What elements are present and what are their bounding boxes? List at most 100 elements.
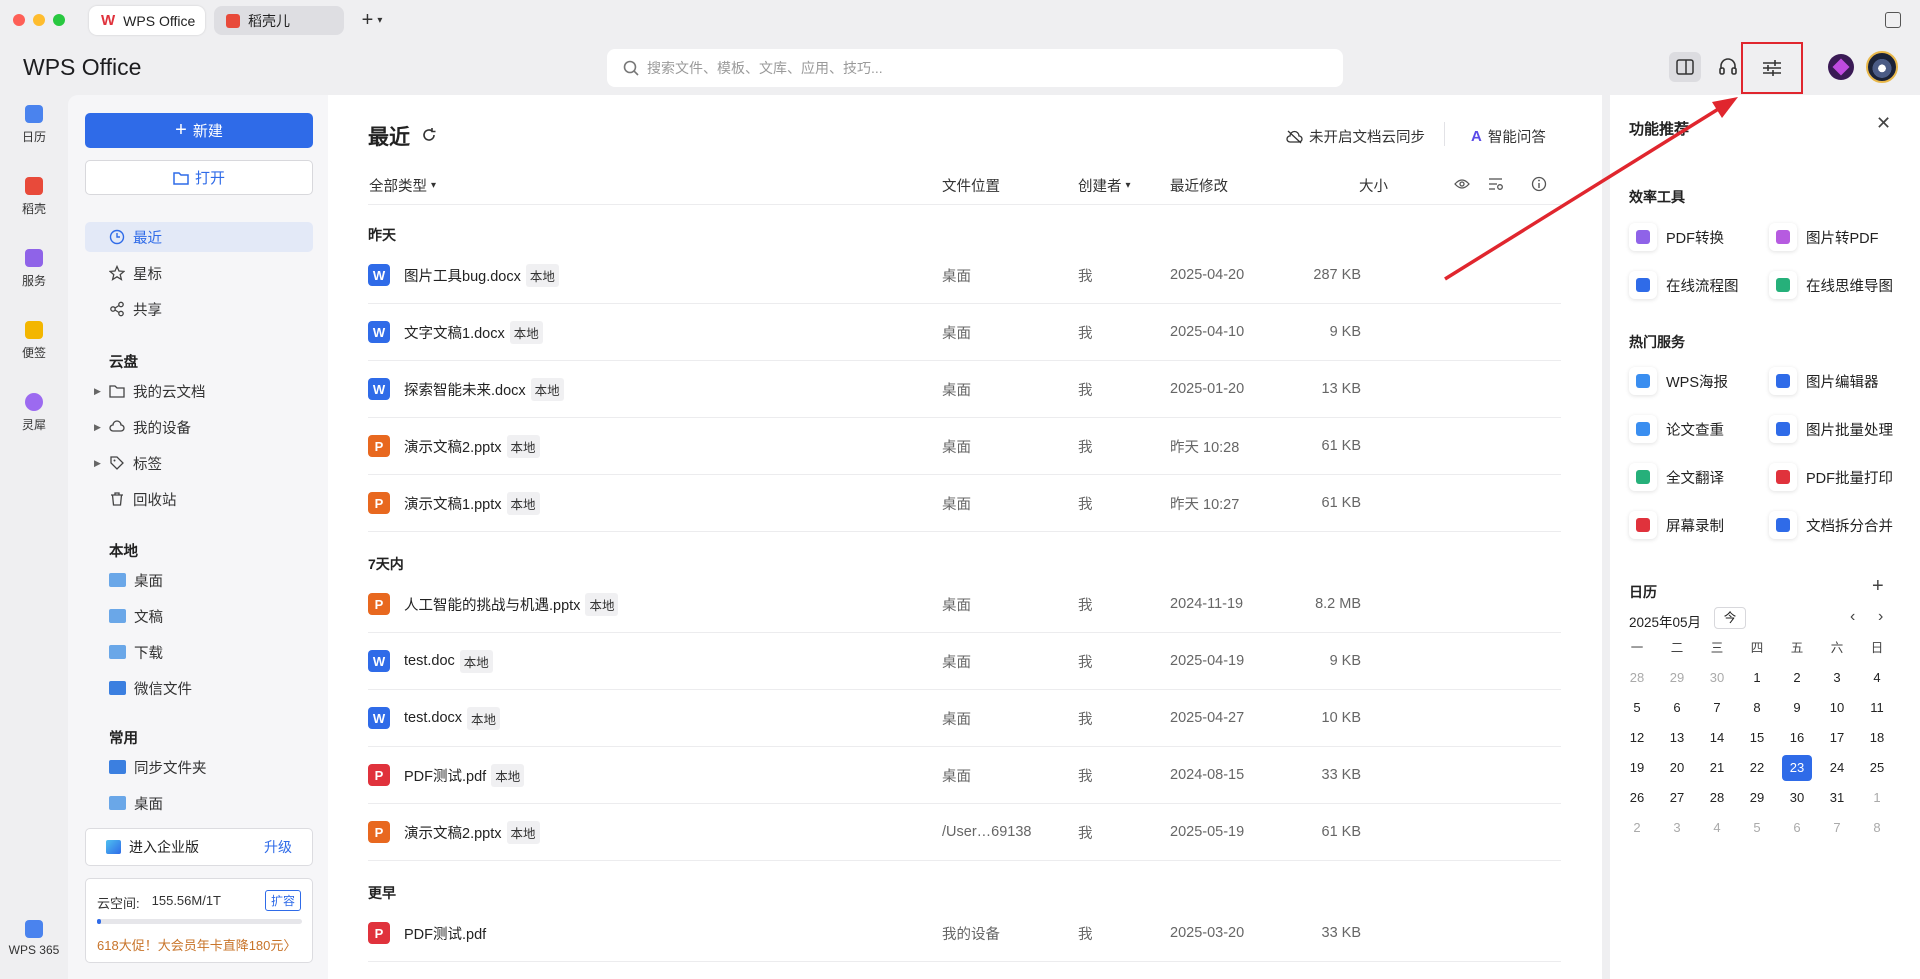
search-input[interactable]: 搜索文件、模板、文库、应用、技巧... bbox=[607, 49, 1343, 87]
calendar-day[interactable]: 24 bbox=[1822, 755, 1852, 781]
calendar-day[interactable]: 17 bbox=[1822, 725, 1852, 751]
sidebar-item-recent[interactable]: 最近 bbox=[85, 222, 313, 252]
calendar-day[interactable]: 26 bbox=[1622, 785, 1652, 811]
info-icon[interactable] bbox=[1531, 176, 1547, 192]
sidebar-item-wechat[interactable]: 微信文件 bbox=[85, 673, 313, 703]
calendar-day[interactable]: 5 bbox=[1622, 695, 1652, 721]
column-size[interactable]: 大小 bbox=[1359, 175, 1388, 196]
calendar-day[interactable]: 13 bbox=[1662, 725, 1692, 751]
calendar-day[interactable]: 14 bbox=[1702, 725, 1732, 751]
add-event-button[interactable]: + bbox=[1872, 575, 1884, 598]
close-panel-button[interactable]: ✕ bbox=[1876, 113, 1891, 134]
refresh-icon[interactable] bbox=[421, 127, 437, 143]
promo-link[interactable]: 618大促！大会员年卡直降180元〉 bbox=[97, 935, 296, 954]
calendar-day[interactable]: 9 bbox=[1782, 695, 1812, 721]
rail-item-wps365[interactable]: WPS 365 bbox=[0, 920, 68, 957]
settings-button[interactable] bbox=[1741, 42, 1803, 94]
file-row[interactable]: Wtest.docx 本地 桌面 我 2025-04-27 10 KB bbox=[368, 690, 1561, 747]
today-button[interactable]: 今 bbox=[1714, 607, 1746, 629]
feature-item[interactable]: 在线流程图 bbox=[1629, 271, 1739, 299]
file-row[interactable]: W 文字文稿1.docx 本地 桌面 我 2025-04-10 9 KB bbox=[368, 304, 1561, 361]
lingxi-app-icon[interactable] bbox=[1828, 54, 1854, 80]
file-row[interactable]: P 演示文稿2.pptx 本地/User…69138 我 2025-05-19 61 KB bbox=[368, 804, 1561, 861]
sidebar-item-desktop[interactable]: 桌面 bbox=[85, 565, 313, 595]
sidebar-item-documents[interactable]: 文稿 bbox=[85, 601, 313, 631]
calendar-day[interactable]: 20 bbox=[1662, 755, 1692, 781]
layout-toggle-button[interactable] bbox=[1669, 52, 1701, 82]
calendar-day[interactable]: 4 bbox=[1862, 665, 1892, 691]
feature-item[interactable]: 图片转PDF bbox=[1769, 223, 1879, 251]
enterprise-button[interactable]: 进入企业版 升级 bbox=[85, 828, 313, 866]
file-row[interactable]: P 演示文稿2.pptx 本地 桌面 我 昨天 10:28 61 KB bbox=[368, 418, 1561, 475]
sidebar-item-my-devices[interactable]: 我的设备 bbox=[85, 412, 313, 442]
calendar-day[interactable]: 7 bbox=[1822, 815, 1852, 841]
calendar-day[interactable]: 3 bbox=[1662, 815, 1692, 841]
filter-creator[interactable]: 创建者 ▾ bbox=[1078, 175, 1131, 196]
calendar-day[interactable]: 27 bbox=[1662, 785, 1692, 811]
feature-item[interactable]: PDF批量打印 bbox=[1769, 463, 1893, 491]
calendar-day[interactable]: 1 bbox=[1862, 785, 1892, 811]
file-row[interactable]: P 人工智能的挑战与机遇.pptx 本地 桌面 我 2024-11-19 8.2 MB bbox=[368, 576, 1561, 633]
calendar-day[interactable]: 18 bbox=[1862, 725, 1892, 751]
calendar-day[interactable]: 8 bbox=[1742, 695, 1772, 721]
sidebar-item-shared[interactable]: 共享 bbox=[85, 294, 313, 324]
feature-item[interactable]: 屏幕录制 bbox=[1629, 511, 1724, 539]
ai-qa-button[interactable]: A 智能问答 bbox=[1471, 126, 1546, 147]
calendar-day[interactable]: 16 bbox=[1782, 725, 1812, 751]
calendar-day[interactable]: 19 bbox=[1622, 755, 1652, 781]
column-modified[interactable]: 最近修改 bbox=[1170, 175, 1228, 196]
new-tab-button[interactable]: + ▾ bbox=[352, 8, 392, 32]
filter-file-type[interactable]: 全部类型 ▾ bbox=[369, 175, 436, 196]
upgrade-link[interactable]: 升级 bbox=[264, 837, 292, 857]
calendar-day[interactable]: 25 bbox=[1862, 755, 1892, 781]
file-row[interactable]: W 探索智能未来.docx 本地 桌面 我 2025-01-20 13 KB bbox=[368, 361, 1561, 418]
cloud-sync-status[interactable]: 未开启文档云同步 bbox=[1286, 126, 1425, 147]
sidebar-item-my-cloud[interactable]: 我的云文档 bbox=[85, 376, 313, 406]
open-button[interactable]: 打开 bbox=[85, 160, 313, 195]
feature-item[interactable]: 论文查重 bbox=[1629, 415, 1724, 443]
file-row[interactable]: P PDF测试.pdf 我的设备 我 2025-03-20 33 KB bbox=[368, 905, 1561, 962]
calendar-day[interactable]: 29 bbox=[1662, 665, 1692, 691]
calendar-day[interactable]: 6 bbox=[1662, 695, 1692, 721]
rail-item-services[interactable]: 服务 bbox=[0, 249, 68, 289]
calendar-day[interactable]: 3 bbox=[1822, 665, 1852, 691]
calendar-day[interactable]: 11 bbox=[1862, 695, 1892, 721]
file-row[interactable]: Wtest.doc 本地 桌面 我 2025-04-19 9 KB bbox=[368, 633, 1561, 690]
close-window-button[interactable] bbox=[13, 14, 25, 26]
eye-icon[interactable] bbox=[1454, 178, 1470, 190]
window-mode-icon[interactable] bbox=[1885, 12, 1901, 28]
file-row[interactable]: P PDF测试.pdf 本地 桌面 我 2024-08-15 33 KB bbox=[368, 747, 1561, 804]
file-row[interactable]: P 演示文稿1.pptx 本地 桌面 我 昨天 10:27 61 KB bbox=[368, 475, 1561, 532]
feature-item[interactable]: 图片编辑器 bbox=[1769, 367, 1879, 395]
calendar-day[interactable]: 2 bbox=[1622, 815, 1652, 841]
feature-item[interactable]: PDF转换 bbox=[1629, 223, 1724, 251]
calendar-day[interactable]: 31 bbox=[1822, 785, 1852, 811]
sidebar-item-downloads[interactable]: 下载 bbox=[85, 637, 313, 667]
sidebar-item-desktop-common[interactable]: 桌面 bbox=[85, 788, 313, 818]
avatar[interactable] bbox=[1866, 51, 1898, 83]
calendar-day[interactable]: 12 bbox=[1622, 725, 1652, 751]
feature-item[interactable]: 图片批量处理 bbox=[1769, 415, 1893, 443]
calendar-day[interactable]: 1 bbox=[1742, 665, 1772, 691]
rail-item-calendar[interactable]: 日历 bbox=[0, 105, 68, 145]
feature-item[interactable]: 文档拆分合并 bbox=[1769, 511, 1893, 539]
customer-service-button[interactable] bbox=[1712, 52, 1744, 82]
calendar-day[interactable]: 30 bbox=[1782, 785, 1812, 811]
calendar-day[interactable]: 8 bbox=[1862, 815, 1892, 841]
calendar-day[interactable]: 4 bbox=[1702, 815, 1732, 841]
calendar-day-today[interactable]: 23 bbox=[1782, 755, 1812, 781]
sidebar-item-sync-folder[interactable]: 同步文件夹 bbox=[85, 752, 313, 782]
tab-wps-office[interactable]: W WPS Office bbox=[89, 6, 205, 35]
feature-item[interactable]: 全文翻译 bbox=[1629, 463, 1724, 491]
tab-daoke[interactable]: 稻壳儿 bbox=[214, 6, 344, 35]
rail-item-daoke[interactable]: 稻壳 bbox=[0, 177, 68, 217]
next-month-button[interactable]: › bbox=[1878, 608, 1883, 626]
calendar-day[interactable]: 6 bbox=[1782, 815, 1812, 841]
rail-item-lingxi[interactable]: 灵犀 bbox=[0, 393, 68, 433]
new-button[interactable]: + 新建 bbox=[85, 113, 313, 148]
calendar-day[interactable]: 21 bbox=[1702, 755, 1732, 781]
calendar-day[interactable]: 28 bbox=[1622, 665, 1652, 691]
calendar-day[interactable]: 28 bbox=[1702, 785, 1732, 811]
calendar-day[interactable]: 10 bbox=[1822, 695, 1852, 721]
sort-settings-icon[interactable] bbox=[1488, 177, 1504, 191]
